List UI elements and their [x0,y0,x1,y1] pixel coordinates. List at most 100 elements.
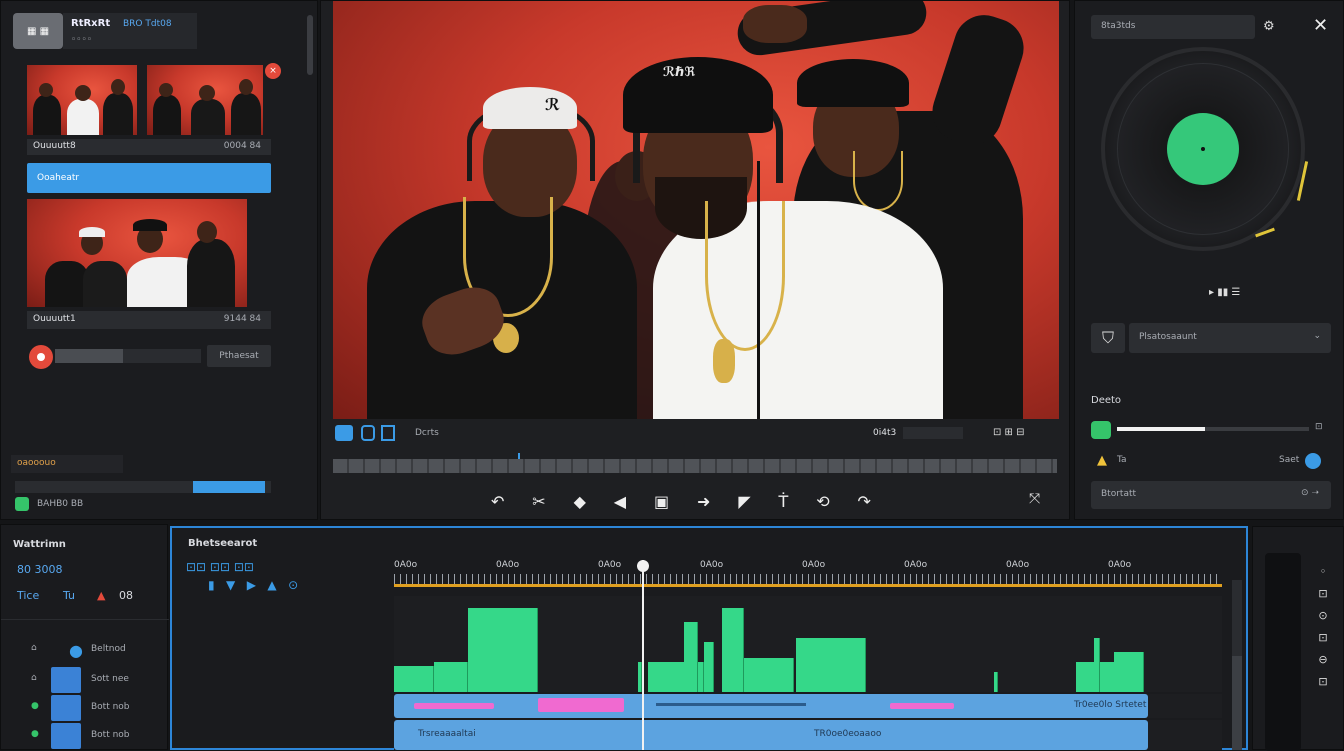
app-logo-button[interactable]: ▦ ▦ [13,13,63,49]
thumb2-caption: Ouuuutt1 [33,314,76,324]
text-tool-icon[interactable]: Ṫ [779,492,789,511]
snapshot-icon[interactable] [381,425,395,441]
preview-video-frame[interactable]: ℛ ℛℏℜ [333,1,1059,419]
track-header-3[interactable]: ● Bott nob [1,695,169,721]
warning-icon-dock: ▲ [97,589,106,602]
chevron-down-icon: ⌄ [1313,331,1321,341]
import-progress-track[interactable] [55,349,201,363]
render-field[interactable]: Btortatt ⊙ ➝ [1091,481,1331,509]
timeline-title: Bhetseearot [188,538,258,549]
gear-icon[interactable]: ⚙ [1263,19,1275,34]
search-field[interactable]: 8ta3tds [1091,15,1255,39]
preview-panel: ℛ ℛℏℜ Dcrts 0i4t3 ⊡ ⊞ ⊟ ↶ ✂ ◆ ◀ ▣ ➜ ◤ Ṫ … [320,0,1070,520]
record-button[interactable] [29,345,53,369]
media-panel: ▦ ▦ RtRxRt BRO Tdt08 ◦◦◦◦ × Ouuuutt8 000… [0,0,318,520]
blue-circle-icon: ● [69,641,83,660]
thumb2-meta: 9144 84 [223,314,261,324]
waveform-segment [468,608,538,692]
media-scrollbar[interactable] [307,15,313,75]
clip-label-2: Trsreaaaaltai [418,729,476,739]
timeline-tools[interactable]: ⊡⊡ ⊡⊡ ⊡⊡ ▮ ▼ ▶ ▲ ⊙ [186,560,376,600]
split-icon[interactable]: ✂ [532,492,545,511]
waveform-segment [684,622,698,692]
timeline-playhead[interactable] [637,560,650,750]
marker-icon[interactable]: ◆ [574,492,586,511]
track-header-1[interactable]: ⌂ ● Beltnod [1,637,169,663]
video-track-1[interactable]: Tr0ee0lo Srtetet [394,694,1222,718]
selected-pink-clip[interactable] [538,698,624,712]
video-clip-1[interactable]: Tr0ee0lo Srtetet [394,694,1148,718]
track-icon-2: ⌂ [31,673,37,683]
waveform-segment [394,666,434,692]
track-label-3: Bott nob [91,702,130,712]
preview-scrub-head[interactable] [517,453,520,459]
media-transport-bar[interactable] [15,481,271,493]
import-button[interactable]: Pthaesat [207,345,271,367]
track-thumb-3[interactable] [51,695,81,721]
dock-line2a: Tice [17,589,40,602]
ruler-label: 0A0o [700,560,724,570]
waveform-segment [434,662,468,692]
import-button-label: Pthaesat [219,351,259,361]
app-subtitle: BRO Tdt08 [123,19,172,29]
level-slider[interactable] [1117,427,1309,431]
vinyl-controls[interactable]: ▸ ▮▮ ☰ [1209,287,1279,301]
crop-icon[interactable]: ▣ [654,492,669,511]
ruler-label: 0A0o [598,560,622,570]
waveform-segment [704,642,714,692]
media-thumbnail-1[interactable] [27,65,137,135]
dock-line1: 80 3008 [17,563,63,576]
footer-label-box: oaooouo [11,455,123,473]
track-thumb-4[interactable] [51,723,81,749]
ruler-ticks [394,574,1222,584]
side-tools-panel: ◦ ⊡ ⊙ ⊡ ⊖ ⊡ [1252,526,1344,751]
volume-slider[interactable] [903,427,963,439]
ruler-label: 0A0o [802,560,826,570]
waveform-segment [1094,638,1100,692]
speed-icon[interactable]: ⟲ [816,492,829,511]
track-header-4[interactable]: ● Bott nob [1,723,169,749]
redo-icon[interactable]: ↷ [857,492,870,511]
preview-scrub-track[interactable] [333,453,1057,473]
waveform-segment [722,608,744,692]
shield-icon-2[interactable]: ⛉ [1091,323,1125,353]
shield-icon[interactable] [15,497,29,511]
warning-text: Ta [1117,455,1127,465]
dock-title: Wattrimn [13,539,66,550]
track-icon-3: ● [31,701,39,711]
timeline-ruler[interactable]: 0A0o 0A0o 0A0o 0A0o 0A0o 0A0o 0A0o 0A0o [394,560,1222,588]
waveform-segment [638,662,642,692]
video-clip-2[interactable]: Trsreaaaaltai TR0oe0eoaaoo [394,720,1148,750]
footer-status: BAHB0 BB [37,499,84,509]
settings-icon[interactable]: ⤧ [1029,491,1040,507]
close-thumbnail-icon[interactable]: × [265,63,281,79]
trim-icon[interactable]: ◤ [738,492,750,511]
warning-icon: ▲ [1097,453,1107,468]
preset-label: Plsatosaaunt [1139,332,1197,342]
media-thumbnail-2[interactable] [147,65,263,135]
fullscreen-icon[interactable]: ⊡ ⊞ ⊟ [993,427,1053,439]
selected-media-item[interactable]: Ooaheatr [27,163,271,193]
vinyl-record[interactable] [1101,47,1309,251]
side-tool-icons[interactable]: ◦ ⊡ ⊙ ⊡ ⊖ ⊡ [1313,561,1333,741]
undo-icon[interactable]: ↶ [491,492,504,511]
prev-frame-icon[interactable]: ◀ [614,492,626,511]
close-icon[interactable]: ✕ [1313,15,1328,36]
info-icon[interactable] [1305,453,1321,469]
mixer-icon[interactable] [1091,421,1111,439]
play-icon[interactable] [335,425,353,441]
track-icon-4: ● [31,729,39,739]
track-header-2[interactable]: ⌂ Sott nee [1,667,169,693]
media-thumbnail-3[interactable] [27,199,247,307]
send-icon[interactable]: ⊙ ➝ [1301,488,1319,498]
track-thumb-2[interactable] [51,667,81,693]
next-frame-icon[interactable]: ➜ [697,492,710,511]
loop-icon[interactable] [361,425,375,441]
preset-dropdown[interactable]: Plsatosaaunt ⌄ [1129,323,1331,353]
ruler-label: 0A0o [1108,560,1132,570]
timeline-vscroll[interactable] [1232,580,1242,750]
audio-waveform-track[interactable] [394,596,1222,692]
app-title-bar: RtRxRt BRO Tdt08 ◦◦◦◦ [63,13,197,49]
video-track-2[interactable]: Trsreaaaaltai TR0oe0eoaaoo [394,720,1222,750]
waveform-segment [796,638,866,692]
